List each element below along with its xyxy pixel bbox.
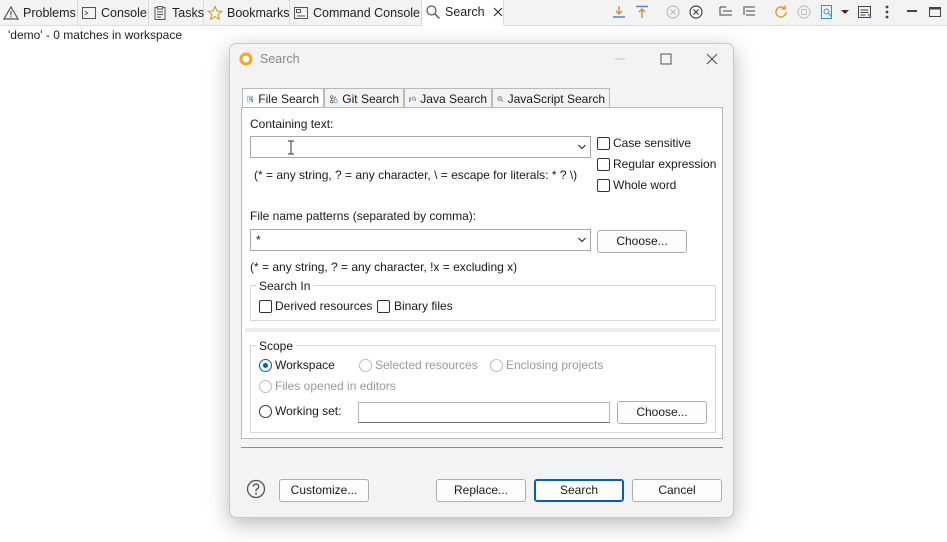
app-icon [239, 52, 253, 66]
close-icon[interactable] [491, 5, 505, 19]
close-icon[interactable] [704, 51, 720, 67]
view-tab-bar: Problems Console Tasks Bookmarks Command… [0, 0, 947, 26]
search-button[interactable]: Search [534, 479, 624, 502]
working-set-label: Working set: [275, 404, 342, 418]
git-search-icon [329, 94, 338, 103]
view-menu-icon[interactable] [881, 4, 893, 20]
svg-text:J: J [409, 97, 411, 103]
file-patterns-hint: (* = any string, ? = any character, !x =… [250, 260, 518, 274]
containing-text-label: Containing text: [250, 117, 334, 131]
case-sensitive-label: Case sensitive [613, 136, 692, 150]
button-separator [241, 447, 723, 448]
tab-bookmarks[interactable]: Bookmarks [204, 0, 290, 25]
tab-java-search[interactable]: J Java Search [404, 88, 492, 108]
minimize-icon[interactable] [904, 4, 920, 20]
working-set-radio[interactable] [259, 405, 272, 418]
workspace-label: Workspace [275, 358, 335, 372]
regular-expression-checkbox[interactable] [597, 158, 610, 171]
file-patterns-input[interactable]: * [250, 229, 591, 251]
cancel-button[interactable]: Cancel [632, 479, 722, 502]
tab-problems[interactable]: Problems [0, 0, 78, 25]
minimize-icon[interactable] [612, 51, 628, 67]
search-dialog: Search File Search Git Search J Java Sea… [229, 43, 734, 518]
file-search-icon [247, 95, 254, 103]
selected-resources-radio[interactable] [359, 359, 372, 372]
expand-all-icon[interactable] [718, 4, 734, 20]
tab-label: Console [101, 5, 147, 20]
dialog-title: Search [260, 52, 300, 66]
tab-file-search[interactable]: File Search [242, 88, 324, 109]
working-set-field[interactable] [358, 402, 610, 423]
text-cursor-icon [288, 140, 294, 155]
case-sensitive-checkbox[interactable] [597, 137, 610, 150]
bookmark-icon [207, 4, 223, 20]
customize-button[interactable]: Customize... [279, 479, 369, 502]
whole-word-label: Whole word [613, 178, 677, 192]
chevron-down-icon[interactable] [577, 235, 587, 245]
cancel-search-icon[interactable] [796, 4, 812, 20]
binary-files-label: Binary files [394, 299, 453, 313]
chevron-down-icon[interactable] [577, 142, 587, 152]
tab-git-search[interactable]: Git Search [324, 88, 404, 108]
java-search-icon: J [409, 96, 417, 103]
command-console-icon [294, 6, 308, 19]
dialog-title-bar[interactable]: Search [230, 44, 733, 74]
tab-label: Git Search [342, 91, 399, 106]
regular-expression-label: Regular expression [613, 157, 717, 171]
search-history-icon[interactable] [819, 4, 835, 20]
search-in-title: Search In [256, 279, 314, 293]
files-opened-radio[interactable] [259, 380, 272, 393]
console-icon [82, 6, 96, 19]
tab-tasks[interactable]: Tasks [149, 0, 204, 25]
tab-label: Problems [23, 5, 76, 20]
scope-title: Scope [256, 339, 297, 353]
status-line: 'demo' - 0 matches in workspace [8, 28, 182, 42]
maximize-icon[interactable] [658, 51, 674, 67]
derived-resources-label: Derived resources [275, 299, 373, 313]
help-icon[interactable] [246, 479, 266, 499]
tab-label: File Search [258, 92, 319, 106]
choose-working-set-button[interactable]: Choose... [617, 401, 707, 424]
pin-up-icon[interactable] [634, 4, 650, 20]
enclosing-projects-radio[interactable] [490, 359, 503, 372]
show-as-list-icon[interactable] [857, 4, 873, 20]
tab-javascript-search[interactable]: JS JavaScript Search [492, 88, 610, 108]
containing-text-hint: (* = any string, ? = any character, \ = … [254, 168, 578, 182]
tasks-icon [154, 5, 166, 20]
file-patterns-label: File name patterns (separated by comma): [250, 209, 477, 223]
pin-down-icon[interactable] [611, 4, 627, 20]
whole-word-checkbox[interactable] [597, 179, 610, 192]
file-patterns-value: * [256, 233, 261, 247]
tab-console[interactable]: Console [78, 0, 149, 25]
remove-all-icon[interactable] [688, 4, 704, 20]
tab-label: Command Console [313, 5, 420, 20]
refresh-icon[interactable] [773, 4, 789, 20]
containing-text-input[interactable] [250, 136, 591, 158]
remove-icon[interactable] [665, 4, 681, 20]
tab-label: Java Search [420, 91, 487, 106]
tab-label: Tasks [172, 5, 204, 20]
tab-label: Search [445, 5, 485, 19]
files-opened-label: Files opened in editors [275, 379, 396, 393]
warning-icon [3, 5, 19, 20]
search-icon [426, 5, 440, 19]
selected-resources-label: Selected resources [375, 358, 478, 372]
maximize-icon[interactable] [927, 4, 943, 20]
enclosing-projects-label: Enclosing projects [506, 358, 604, 372]
file-search-panel: Containing text: (* = any string, ? = an… [241, 107, 723, 439]
javascript-search-icon: JS [497, 95, 504, 102]
workspace-radio[interactable] [259, 359, 272, 372]
tab-search[interactable]: Search [422, 0, 504, 26]
binary-files-checkbox[interactable] [377, 300, 390, 313]
tab-label: JavaScript Search [507, 91, 605, 106]
derived-resources-checkbox[interactable] [259, 300, 272, 313]
replace-button[interactable]: Replace... [436, 479, 526, 502]
tab-command-console[interactable]: Command Console [290, 0, 422, 25]
svg-text:JS: JS [497, 96, 501, 100]
chevron-down-icon[interactable] [839, 4, 851, 20]
tab-label: Bookmarks [227, 5, 290, 20]
choose-file-patterns-button[interactable]: Choose... [597, 230, 687, 253]
panel-divider [245, 328, 720, 332]
collapse-all-icon[interactable] [741, 4, 757, 20]
